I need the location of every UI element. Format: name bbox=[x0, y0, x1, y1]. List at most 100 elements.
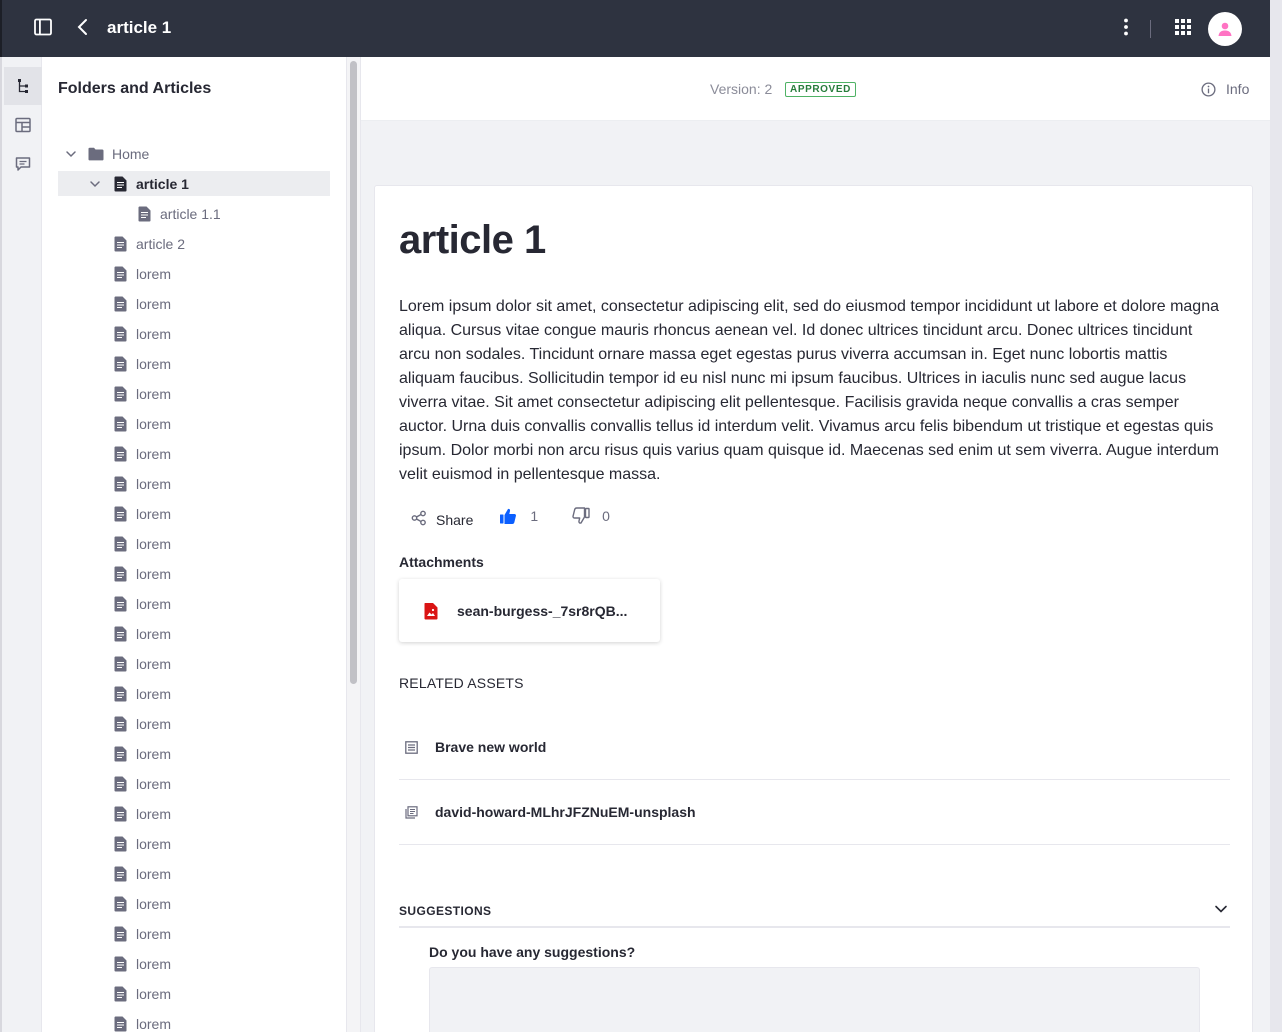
tree-scrollbar[interactable] bbox=[347, 57, 361, 1032]
kebab-menu-icon[interactable] bbox=[1120, 18, 1132, 36]
article-icon bbox=[112, 1016, 128, 1032]
tree-item-label: lorem bbox=[136, 895, 172, 912]
app-window: article 1 Folders and Articles Home arti… bbox=[0, 0, 1282, 1032]
tree-article-item[interactable]: lorem bbox=[58, 621, 330, 646]
article-icon bbox=[112, 656, 128, 672]
tree-article-item[interactable]: lorem bbox=[58, 831, 330, 856]
tree-folder-item[interactable]: Home bbox=[58, 141, 330, 166]
article-icon bbox=[112, 236, 128, 252]
tree-article-item[interactable]: lorem bbox=[58, 801, 330, 826]
dislike-count: 0 bbox=[602, 508, 610, 524]
tree-article-item[interactable]: lorem bbox=[58, 771, 330, 796]
tree-article-item[interactable]: lorem bbox=[58, 591, 330, 616]
tree-article-item[interactable]: lorem bbox=[58, 1011, 330, 1032]
tree-article-item[interactable]: lorem bbox=[58, 381, 330, 406]
tree-article-item[interactable]: lorem bbox=[58, 981, 330, 1006]
article-icon bbox=[112, 266, 128, 282]
tree-item-label: article 1 bbox=[136, 175, 189, 192]
tree-article-item[interactable]: lorem bbox=[58, 651, 330, 676]
tree-item-label: lorem bbox=[136, 715, 172, 732]
status-badge: APPROVED bbox=[785, 82, 856, 97]
article-icon bbox=[112, 836, 128, 852]
related-asset-row[interactable]: david-howard-MLhrJFZNuEM-unsplash bbox=[399, 780, 1230, 845]
article-icon bbox=[112, 986, 128, 1002]
tree-article-item[interactable]: lorem bbox=[58, 261, 330, 286]
chevron-down-icon[interactable] bbox=[88, 177, 102, 191]
tree-item-label: lorem bbox=[136, 445, 172, 462]
dislike-button[interactable]: 0 bbox=[572, 507, 610, 525]
tree-article-item[interactable]: lorem bbox=[58, 411, 330, 436]
scrollbar-thumb[interactable] bbox=[350, 61, 357, 684]
thumbs-down-icon bbox=[572, 507, 590, 524]
comments-icon bbox=[15, 157, 31, 171]
tree-article-item[interactable]: article 1.1 bbox=[58, 201, 330, 226]
image-file-icon bbox=[424, 602, 438, 619]
tree-article-item[interactable]: lorem bbox=[58, 681, 330, 706]
share-label: Share bbox=[436, 512, 474, 528]
article-icon bbox=[112, 626, 128, 642]
layout-icon bbox=[15, 117, 31, 133]
tree-article-item[interactable]: lorem bbox=[58, 861, 330, 886]
article-icon bbox=[112, 416, 128, 432]
tree-article-item[interactable]: lorem bbox=[58, 891, 330, 916]
suggestions-toggle[interactable]: SUGGESTIONS bbox=[399, 892, 1230, 928]
info-button[interactable]: Info bbox=[1201, 81, 1249, 97]
tree-article-item[interactable]: lorem bbox=[58, 921, 330, 946]
chevron-down-icon bbox=[1215, 905, 1227, 913]
article-icon bbox=[112, 746, 128, 762]
tree-article-item[interactable]: lorem bbox=[58, 741, 330, 766]
info-icon bbox=[1201, 81, 1216, 97]
article-icon bbox=[112, 506, 128, 522]
avatar[interactable] bbox=[1208, 12, 1242, 46]
article-icon bbox=[112, 716, 128, 732]
tree-item-label: lorem bbox=[136, 565, 172, 582]
back-icon[interactable] bbox=[76, 18, 90, 36]
suggestions-question: Do you have any suggestions? bbox=[429, 944, 636, 960]
tree-item-label: lorem bbox=[136, 385, 172, 402]
related-asset-row[interactable]: Brave new world bbox=[399, 715, 1230, 780]
version-label: Version: 2 bbox=[710, 81, 773, 97]
tree-article-item[interactable]: lorem bbox=[58, 471, 330, 496]
tree-article-item[interactable]: lorem bbox=[58, 951, 330, 976]
tree-item-label: Home bbox=[112, 145, 150, 162]
article-icon bbox=[112, 386, 128, 402]
tree-article-item[interactable]: article 2 bbox=[58, 231, 330, 256]
rail-layout-button[interactable] bbox=[4, 106, 42, 144]
apps-grid-icon[interactable] bbox=[1174, 18, 1192, 36]
tree-article-item[interactable]: lorem bbox=[58, 351, 330, 376]
panel-heading: Folders and Articles bbox=[58, 80, 212, 97]
attachments-heading: Attachments bbox=[399, 554, 484, 570]
top-bar: article 1 bbox=[0, 0, 1270, 57]
suggestions-textarea[interactable] bbox=[429, 967, 1200, 1032]
article-body: Lorem ipsum dolor sit amet, consectetur … bbox=[399, 298, 1219, 483]
tree-article-item[interactable]: article 1 bbox=[58, 171, 330, 196]
chevron-down-icon[interactable] bbox=[64, 147, 78, 161]
like-button[interactable]: 1 bbox=[499, 507, 538, 525]
rail-tree-button[interactable] bbox=[4, 67, 42, 105]
rail-comments-button[interactable] bbox=[4, 145, 42, 183]
sidebar-toggle-icon[interactable] bbox=[34, 18, 52, 36]
thumbs-up-icon bbox=[500, 508, 517, 524]
tree-article-item[interactable]: lorem bbox=[58, 711, 330, 736]
tree-article-item[interactable]: lorem bbox=[58, 321, 330, 346]
tree-article-item[interactable]: lorem bbox=[58, 561, 330, 586]
tree-article-item[interactable]: lorem bbox=[58, 501, 330, 526]
share-button[interactable]: Share bbox=[411, 508, 473, 528]
tree-article-item[interactable]: lorem bbox=[58, 291, 330, 316]
tree-item-label: lorem bbox=[136, 745, 172, 762]
article-icon bbox=[112, 476, 128, 492]
tree-item-label: lorem bbox=[136, 655, 172, 672]
tree-item-label: lorem bbox=[136, 415, 172, 432]
left-rail bbox=[0, 57, 42, 1032]
attachment-card[interactable]: sean-burgess-_7sr8rQB... bbox=[399, 579, 660, 642]
tree-article-item[interactable]: lorem bbox=[58, 531, 330, 556]
tree-article-item[interactable]: lorem bbox=[58, 441, 330, 466]
